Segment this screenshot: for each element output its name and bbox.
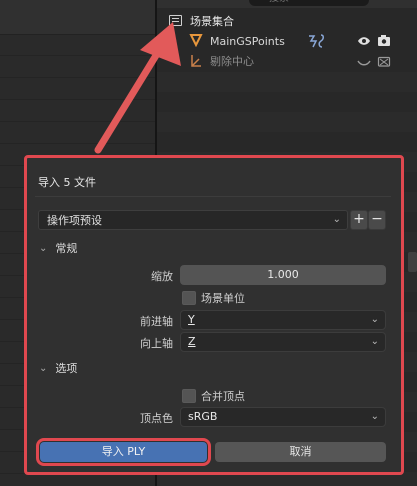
import-ply-button[interactable]: 导入 PLY (36, 438, 211, 466)
checkbox-box (182, 291, 196, 305)
merge-vertices-label: 合并顶点 (201, 390, 245, 403)
collection-icon (169, 15, 182, 26)
camera-disabled-icon[interactable] (377, 55, 391, 70)
chevron-down-icon: ⌄ (39, 242, 48, 254)
expand-chevron-icon[interactable]: › (173, 36, 177, 47)
forward-axis-dropdown[interactable]: Y ⌄ (180, 310, 386, 330)
cancel-button[interactable]: 取消 (215, 442, 386, 462)
scene-unit-label: 场景单位 (201, 292, 245, 305)
chevron-down-icon: ⌄ (370, 314, 379, 325)
forward-axis-value: Y (188, 313, 195, 326)
mesh-object-icon (189, 33, 203, 50)
outliner-item-maingspoints[interactable]: › MainGSPoints (157, 31, 417, 51)
object-name-label: MainGSPoints (210, 34, 285, 48)
presets-label: 操作项预设 (47, 214, 102, 227)
scene-collection-label: 场景集合 (190, 15, 234, 28)
operator-presets-dropdown[interactable]: 操作项预设 ⌄ (38, 210, 348, 230)
vertex-color-value: sRGB (188, 410, 218, 423)
up-axis-label: 向上轴 (140, 337, 173, 350)
empty-object-icon (189, 54, 203, 71)
child-name-label: 剔除中心 (210, 55, 254, 68)
eye-icon[interactable] (357, 35, 371, 50)
scene-collection-row[interactable]: 场景集合 (157, 11, 417, 31)
up-axis-dropdown[interactable]: Z ⌄ (180, 332, 386, 352)
checkbox-box (182, 389, 196, 403)
options-section-header[interactable]: ⌄ 选项 (39, 360, 77, 376)
left-editor-header (0, 0, 155, 35)
add-preset-button[interactable]: + (350, 210, 368, 230)
outliner-search-input[interactable]: 搜索 (249, 0, 369, 6)
import-ply-dialog: 导入 5 文件 操作项预设 ⌄ + − ⌄ 常规 缩放 1.000 场景单位 前… (24, 155, 404, 475)
general-section-label: 常规 (55, 242, 78, 255)
vertex-color-dropdown[interactable]: sRGB ⌄ (180, 407, 386, 427)
general-section-header[interactable]: ⌄ 常规 (39, 240, 77, 256)
up-axis-value: Z (188, 335, 196, 348)
chevron-down-icon: ⌄ (370, 411, 379, 422)
dialog-title: 导入 5 文件 (38, 176, 96, 189)
chevron-down-icon: ⌄ (370, 336, 379, 347)
scene-unit-checkbox[interactable]: 场景单位 (182, 290, 245, 306)
chevron-down-icon: ⌄ (39, 362, 48, 374)
scrollbar-handle[interactable] (408, 252, 417, 272)
title-separator (35, 196, 391, 197)
eye-closed-icon[interactable] (357, 57, 371, 70)
scale-input[interactable]: 1.000 (180, 265, 386, 285)
modifier-icon (308, 33, 328, 52)
merge-vertices-checkbox[interactable]: 合并顶点 (182, 388, 245, 404)
outliner-header: 搜索 (157, 0, 417, 8)
chevron-down-icon: ⌄ (332, 214, 341, 225)
remove-preset-button[interactable]: − (368, 210, 386, 230)
vertex-color-label: 顶点色 (140, 412, 173, 425)
camera-icon[interactable] (377, 34, 391, 50)
outliner-item-cull-center[interactable]: 剔除中心 (157, 51, 417, 71)
options-section-label: 选项 (55, 362, 78, 375)
scale-label: 缩放 (151, 270, 173, 283)
forward-axis-label: 前进轴 (140, 315, 173, 328)
